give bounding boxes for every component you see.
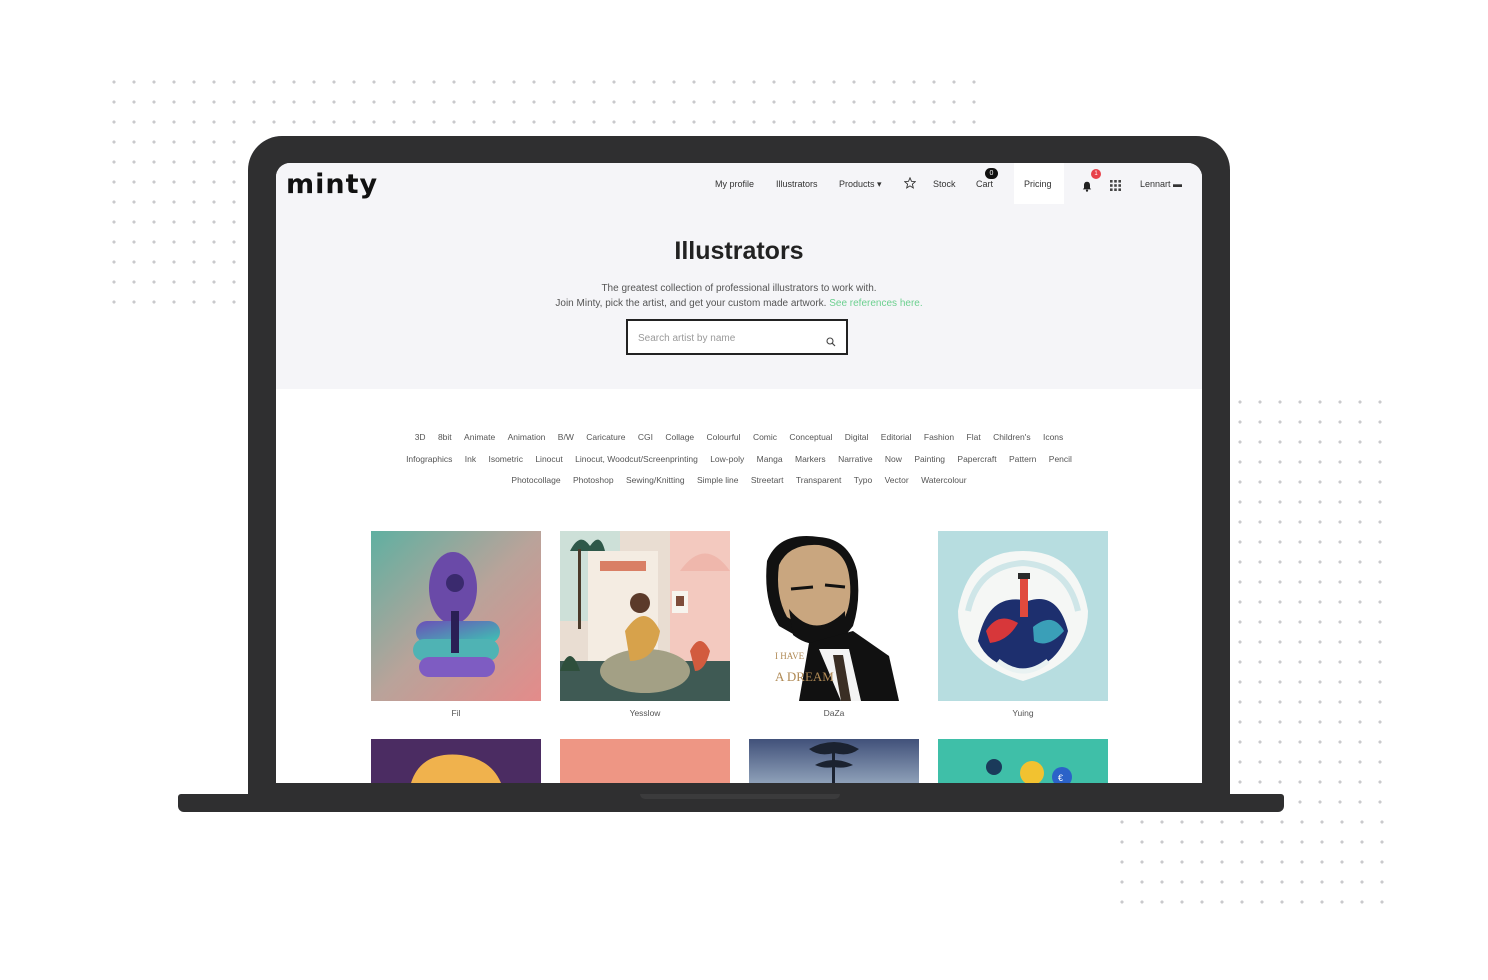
tag-markers[interactable]: Markers (795, 449, 826, 471)
hero-subtitle-line2: Join Minty, pick the artist, and get you… (276, 296, 1202, 311)
nav-cart[interactable]: Cart (976, 179, 993, 189)
tag-editorial[interactable]: Editorial (881, 427, 912, 449)
top-navigation: My profile Illustrators Products ▾ Stock… (276, 163, 1202, 205)
tag-animation[interactable]: Animation (508, 427, 546, 449)
tag-papercraft[interactable]: Papercraft (957, 449, 996, 471)
laptop-screen: minty My profile Illustrators Products ▾… (276, 163, 1202, 783)
artwork-text: € (1058, 773, 1063, 783)
tag-isometric[interactable]: Isometric (488, 449, 522, 471)
tag-conceptual[interactable]: Conceptual (789, 427, 832, 449)
tag-colourful[interactable]: Colourful (707, 427, 741, 449)
hero-subtitle-line1: The greatest collection of professional … (601, 283, 877, 294)
tag-vector[interactable]: Vector (885, 470, 909, 492)
artist-name[interactable]: Fil (371, 708, 541, 718)
tag-painting[interactable]: Painting (914, 449, 945, 471)
nav-my-profile[interactable]: My profile (715, 179, 754, 189)
tag-8bit[interactable]: 8bit (438, 427, 452, 449)
decorative-dot-grid (104, 72, 988, 132)
artist-artwork[interactable] (560, 739, 730, 783)
artist-name[interactable]: Yuing (938, 708, 1108, 718)
tag-fashion[interactable]: Fashion (924, 427, 954, 449)
nav-illustrators[interactable]: Illustrators (776, 179, 818, 189)
tag-typo[interactable]: Typo (854, 470, 872, 492)
artist-artwork[interactable] (938, 531, 1108, 701)
tag-photocollage[interactable]: Photocollage (511, 470, 560, 492)
artist-artwork[interactable] (560, 531, 730, 701)
artist-name[interactable]: Yesslow (560, 708, 730, 718)
artist-artwork[interactable]: € (938, 739, 1108, 783)
decorative-dot-grid (104, 132, 244, 312)
tag-pencil[interactable]: Pencil (1049, 449, 1072, 471)
nav-stock[interactable]: Stock (933, 179, 956, 189)
artist-search-box (626, 319, 848, 355)
nav-user-menu[interactable]: Lennart ▬ (1140, 179, 1182, 189)
tag-photoshop[interactable]: Photoshop (573, 470, 614, 492)
tag-3d[interactable]: 3D (415, 427, 426, 449)
artist-name[interactable]: DaZa (749, 708, 919, 718)
page-title: Illustrators (674, 237, 804, 265)
tag-sewing-knitting[interactable]: Sewing/Knitting (626, 470, 685, 492)
tag-low-poly[interactable]: Low-poly (710, 449, 744, 471)
artist-search-input[interactable] (638, 330, 808, 346)
laptop-notch (640, 794, 840, 799)
references-link[interactable]: See references here. (829, 298, 922, 309)
tag-streetart[interactable]: Streetart (751, 470, 784, 492)
hero-subtitle: The greatest collection of professional … (276, 281, 1202, 311)
tag-comic[interactable]: Comic (753, 427, 777, 449)
tag-watercolour[interactable]: Watercolour (921, 470, 967, 492)
hero-subtitle-text: Join Minty, pick the artist, and get you… (555, 298, 827, 309)
tag-icons[interactable]: Icons (1043, 427, 1063, 449)
artist-artwork[interactable]: I HAVE A DREAM (749, 531, 919, 701)
tag-caricature[interactable]: Caricature (586, 427, 625, 449)
tag-childrens[interactable]: Children's (993, 427, 1031, 449)
tag-narrative[interactable]: Narrative (838, 449, 872, 471)
tag-linocut-woodcut[interactable]: Linocut, Woodcut/Screenprinting (575, 449, 698, 471)
grid-icon[interactable] (1110, 178, 1121, 196)
artwork-text: A DREAM (775, 669, 834, 684)
decorative-dot-grid (1230, 392, 1390, 804)
nav-products-dropdown[interactable]: Products ▾ (839, 179, 882, 190)
search-icon[interactable] (826, 334, 836, 352)
tag-flat[interactable]: Flat (967, 427, 981, 449)
artist-artwork[interactable] (749, 739, 919, 783)
tag-collage[interactable]: Collage (665, 427, 694, 449)
tag-now[interactable]: Now (885, 449, 902, 471)
tag-cgi[interactable]: CGI (638, 427, 653, 449)
bell-icon[interactable] (1082, 179, 1092, 197)
tag-infographics[interactable]: Infographics (406, 449, 452, 471)
tag-linocut[interactable]: Linocut (535, 449, 562, 471)
tag-bw[interactable]: B/W (558, 427, 574, 449)
hero-section: minty My profile Illustrators Products ▾… (276, 163, 1202, 389)
tag-ink[interactable]: Ink (465, 449, 476, 471)
tag-pattern[interactable]: Pattern (1009, 449, 1036, 471)
tag-manga[interactable]: Manga (757, 449, 783, 471)
notification-count-badge: 1 (1091, 169, 1101, 179)
cart-count-badge: 0 (985, 168, 998, 179)
tag-digital[interactable]: Digital (845, 427, 869, 449)
artist-artwork[interactable] (371, 531, 541, 701)
decorative-dot-grid (1112, 812, 1390, 912)
nav-pricing-label: Pricing (1024, 179, 1052, 189)
artist-artwork[interactable] (371, 739, 541, 783)
tag-transparent[interactable]: Transparent (796, 470, 842, 492)
tag-simple-line[interactable]: Simple line (697, 470, 739, 492)
nav-pricing[interactable]: Pricing (1014, 163, 1064, 204)
star-icon[interactable] (903, 176, 917, 194)
tag-animate[interactable]: Animate (464, 427, 495, 449)
style-tag-list: 3D 8bit Animate Animation B/W Caricature… (366, 427, 1112, 492)
artwork-text: I HAVE (775, 651, 805, 661)
